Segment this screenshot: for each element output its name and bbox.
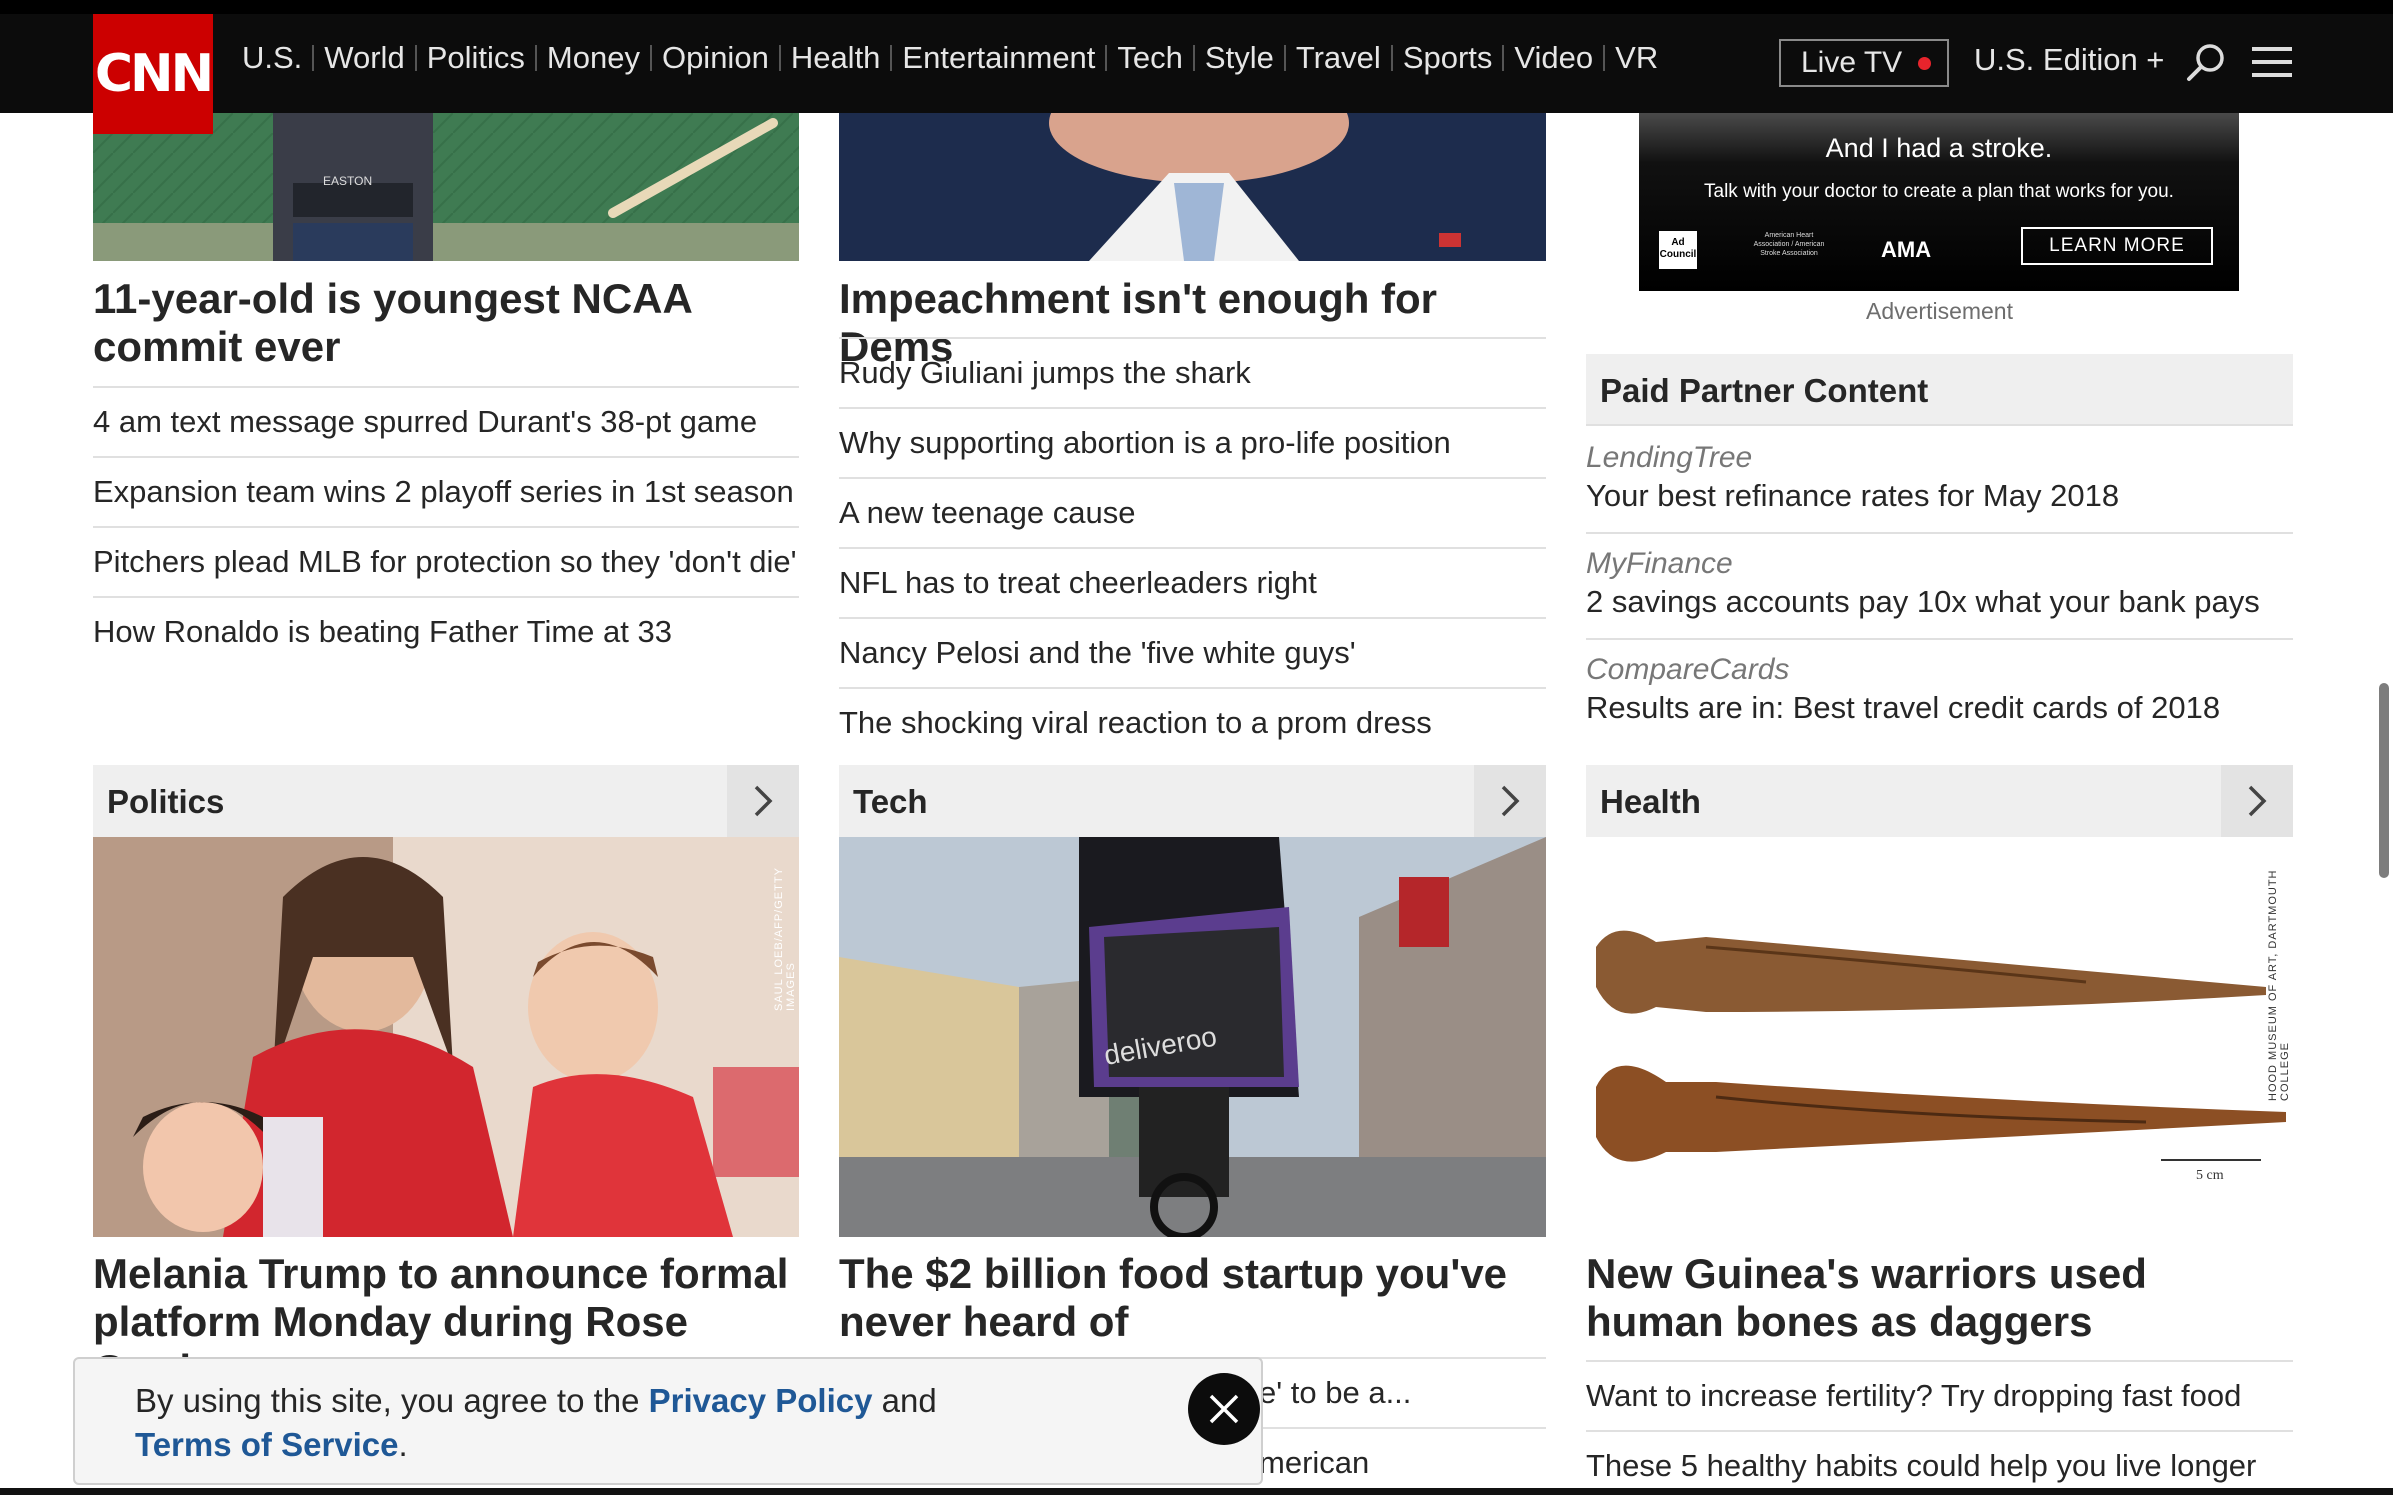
live-indicator-icon — [1918, 57, 1931, 70]
tech-section-header[interactable]: Tech — [839, 765, 1546, 837]
sports-story-image[interactable]: EASTON — [93, 113, 799, 261]
list-item[interactable]: Why supporting abortion is a pro-life po… — [839, 407, 1546, 477]
opinion-story-image[interactable] — [839, 113, 1546, 261]
politics-section-header[interactable]: Politics — [93, 765, 799, 837]
partner-item[interactable]: LendingTree Your best refinance rates fo… — [1586, 440, 2293, 534]
learn-more-button[interactable]: LEARN MORE — [2021, 227, 2213, 265]
section-title: Politics — [107, 783, 225, 820]
advertisement-label: Advertisement — [1865, 298, 2013, 324]
health-section-header[interactable]: Health — [1586, 765, 2293, 837]
section-title: Health — [1600, 783, 1701, 820]
nav-item-sports[interactable]: Sports — [1393, 40, 1503, 76]
hamburger-menu-icon[interactable] — [2252, 47, 2292, 77]
cnn-logo[interactable]: CNN — [93, 14, 214, 134]
ama-logo: AMA — [1881, 237, 1932, 262]
paid-partner-title: Paid Partner Content — [1600, 372, 1929, 409]
nav-item-politics[interactable]: Politics — [417, 40, 535, 76]
chevron-right-icon[interactable] — [1474, 765, 1546, 837]
live-tv-button[interactable]: Live TV — [1779, 39, 1949, 87]
nav-item-health[interactable]: Health — [781, 40, 891, 76]
partner-item[interactable]: MyFinance 2 savings accounts pay 10x wha… — [1586, 546, 2293, 640]
chevron-right-icon[interactable] — [727, 765, 799, 837]
cookie-text: . — [398, 1426, 408, 1463]
photo-credit: SAUL LOEB/AFP/GETTY IMAGES — [773, 867, 797, 1011]
partner-source: MyFinance — [1586, 547, 1733, 580]
top-strip — [0, 0, 2393, 14]
list-item[interactable]: Want to increase fertility? Try dropping… — [1586, 1360, 2293, 1430]
edition-selector[interactable]: U.S. Edition + — [1974, 42, 2164, 78]
health-story-image[interactable]: 5 cm HOOD MUSEUM OF ART, DARTMOUTH COLLE… — [1586, 837, 2293, 1237]
list-item[interactable]: The shocking viral reaction to a prom dr… — [839, 687, 1546, 757]
cookie-consent-banner: By using this site, you agree to the Pri… — [73, 1357, 1263, 1485]
section-title: Tech — [853, 783, 928, 820]
cookie-text: and — [872, 1382, 937, 1419]
ad-headline: And I had a stroke. — [1825, 133, 2053, 163]
nav-item-world[interactable]: World — [314, 40, 414, 76]
partner-item[interactable]: CompareCards Results are in: Best travel… — [1586, 652, 2293, 732]
photo-credit: HOOD MUSEUM OF ART, DARTMOUTH COLLEGE — [2267, 869, 2291, 1102]
nav-item-entertainment[interactable]: Entertainment — [892, 40, 1105, 76]
nav-item-opinion[interactable]: Opinion — [652, 40, 779, 76]
sports-story-list: 4 am text message spurred Durant's 38-pt… — [93, 386, 799, 666]
top-navigation-bar: U.S. World Politics Money Opinion Health… — [0, 0, 2393, 113]
partner-source: LendingTree — [1586, 441, 1753, 474]
nav-item-style[interactable]: Style — [1195, 40, 1284, 76]
tech-story-image[interactable]: deliveroo — [839, 837, 1546, 1237]
advertisement-banner[interactable]: And I had a stroke. Talk with your docto… — [1639, 113, 2239, 291]
list-item[interactable]: Rudy Giuliani jumps the shark — [839, 337, 1546, 407]
search-icon[interactable] — [2185, 41, 2227, 83]
heart-association-logo: American Heart Association / American St… — [1753, 232, 1825, 257]
cookie-text: By using this site, you agree to the — [135, 1382, 649, 1419]
close-cookie-button[interactable] — [1188, 1373, 1260, 1445]
paid-partner-header: Paid Partner Content — [1586, 354, 2293, 426]
tech-headline[interactable]: The $2 billion food startup you've never… — [839, 1250, 1546, 1346]
scale-label: 5 cm — [2196, 1168, 2224, 1183]
opinion-story-list: Rudy Giuliani jumps the shark Why suppor… — [839, 337, 1546, 757]
live-tv-label: Live TV — [1801, 46, 1903, 79]
scrollbar-thumb[interactable] — [2379, 683, 2389, 878]
close-icon — [1209, 1394, 1239, 1424]
partner-text: Your best refinance rates for May 2018 — [1586, 478, 2120, 513]
list-item[interactable]: How Ronaldo is beating Father Time at 33 — [93, 596, 799, 666]
list-item[interactable]: 4 am text message spurred Durant's 38-pt… — [93, 386, 799, 456]
list-item[interactable]: Pitchers plead MLB for protection so the… — [93, 526, 799, 596]
nav-item-travel[interactable]: Travel — [1286, 40, 1391, 76]
main-nav: U.S. World Politics Money Opinion Health… — [232, 40, 1668, 76]
health-story-list: Want to increase fertility? Try dropping… — [1586, 1360, 2293, 1500]
list-item[interactable]: A new teenage cause — [839, 477, 1546, 547]
sports-headline[interactable]: 11-year-old is youngest NCAA commit ever — [93, 275, 799, 371]
list-item[interactable]: NFL has to treat cheerleaders right — [839, 547, 1546, 617]
list-item[interactable]: Expansion team wins 2 playoff series in … — [93, 456, 799, 526]
nav-item-video[interactable]: Video — [1504, 40, 1603, 76]
terms-of-service-link[interactable]: Terms of Service — [135, 1426, 399, 1463]
nav-item-money[interactable]: Money — [537, 40, 650, 76]
scrollbar[interactable] — [2371, 113, 2393, 1495]
partner-source: CompareCards — [1586, 653, 1790, 686]
nav-item-tech[interactable]: Tech — [1107, 40, 1192, 76]
cookie-message: By using this site, you agree to the Pri… — [135, 1379, 1035, 1467]
list-item[interactable]: Nancy Pelosi and the 'five white guys' — [839, 617, 1546, 687]
nav-item-vr[interactable]: VR — [1605, 40, 1668, 76]
partner-text: 2 savings accounts pay 10x what your ban… — [1586, 584, 2260, 619]
bottom-edge — [0, 1488, 2393, 1495]
privacy-policy-link[interactable]: Privacy Policy — [649, 1382, 873, 1419]
svg-text:EASTON: EASTON — [323, 174, 372, 188]
health-headline[interactable]: New Guinea's warriors used human bones a… — [1586, 1250, 2293, 1346]
partner-text: Results are in: Best travel credit cards… — [1586, 690, 2221, 725]
chevron-right-icon[interactable] — [2221, 765, 2293, 837]
politics-story-image[interactable]: SAUL LOEB/AFP/GETTY IMAGES — [93, 837, 799, 1237]
nav-item-us[interactable]: U.S. — [232, 40, 312, 76]
ad-council-logo: Ad Council — [1659, 231, 1697, 269]
ad-subline: Talk with your doctor to create a plan t… — [1704, 181, 2174, 202]
